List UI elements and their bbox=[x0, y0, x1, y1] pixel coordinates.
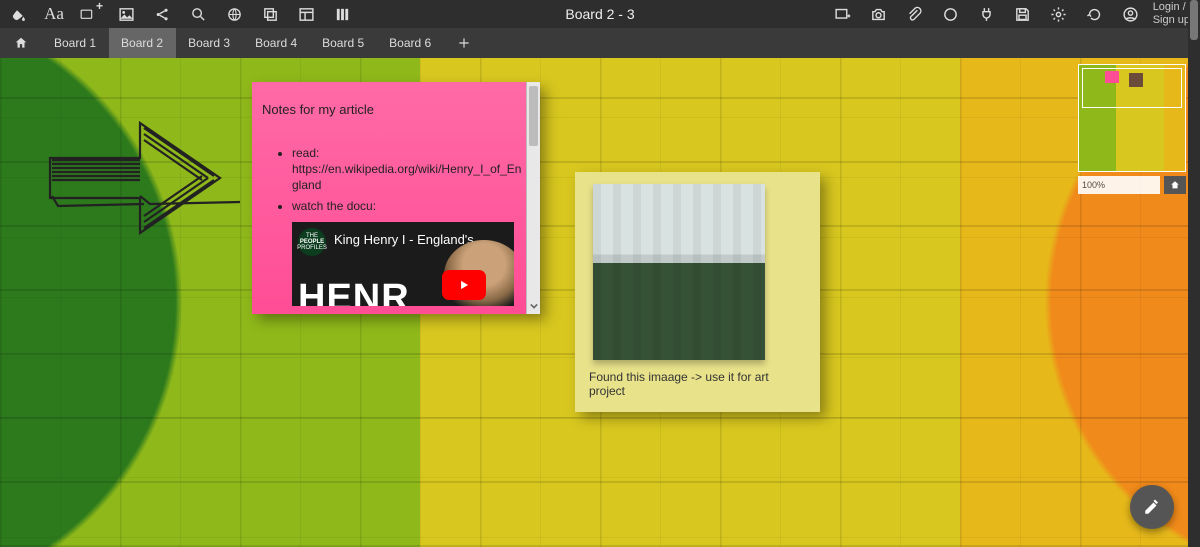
add-board-icon[interactable] bbox=[825, 0, 861, 28]
text-tool-icon[interactable]: Aa bbox=[36, 0, 72, 28]
scrollbar-thumb[interactable] bbox=[529, 86, 538, 146]
tab-label: Board 6 bbox=[389, 36, 431, 50]
tab-label: Board 1 bbox=[54, 36, 96, 50]
share-icon[interactable] bbox=[144, 0, 180, 28]
tab-board-1[interactable]: Board 1 bbox=[42, 28, 109, 58]
minimap-image-marker bbox=[1129, 73, 1143, 87]
save-icon[interactable] bbox=[1005, 0, 1041, 28]
channel-badge-icon: THE PEOPLE PROFILES bbox=[298, 228, 326, 256]
minimap-view[interactable] bbox=[1078, 64, 1186, 172]
layout-icon[interactable] bbox=[288, 0, 324, 28]
copy-icon[interactable] bbox=[252, 0, 288, 28]
board-tabbar: Board 1 Board 2 Board 3 Board 4 Board 5 … bbox=[0, 28, 1200, 58]
paint-bucket-icon[interactable] bbox=[0, 0, 36, 28]
play-icon[interactable] bbox=[442, 270, 486, 300]
scroll-down-icon[interactable] bbox=[529, 300, 538, 312]
bullet-lead: read: bbox=[292, 146, 319, 160]
tab-board-6[interactable]: Board 6 bbox=[377, 28, 444, 58]
columns-icon[interactable] bbox=[324, 0, 360, 28]
circle-icon[interactable] bbox=[933, 0, 969, 28]
fit-to-screen-icon[interactable] bbox=[1164, 176, 1186, 194]
globe-icon[interactable] bbox=[216, 0, 252, 28]
camera-icon[interactable] bbox=[861, 0, 897, 28]
arrow-drawing[interactable] bbox=[40, 98, 240, 258]
user-icon[interactable] bbox=[1113, 0, 1149, 28]
image-icon[interactable] bbox=[108, 0, 144, 28]
note-image[interactable] bbox=[593, 184, 765, 360]
tab-label: Board 4 bbox=[255, 36, 297, 50]
refresh-icon[interactable] bbox=[1077, 0, 1113, 28]
plug-icon[interactable] bbox=[969, 0, 1005, 28]
board-title: Board 2 - 3 bbox=[565, 6, 634, 22]
yellow-note[interactable]: Found this imaage -> use it for art proj… bbox=[575, 172, 820, 412]
bullet-link[interactable]: https://en.wikipedia.org/wiki/Henry_I_of… bbox=[292, 162, 521, 192]
pink-note-title: Notes for my article bbox=[262, 102, 522, 117]
tab-board-4[interactable]: Board 4 bbox=[243, 28, 310, 58]
edit-fab[interactable] bbox=[1130, 485, 1174, 529]
main-scrollbar-thumb[interactable] bbox=[1190, 0, 1198, 40]
tab-board-2[interactable]: Board 2 bbox=[109, 28, 176, 58]
pink-note-list: read: https://en.wikipedia.org/wiki/Henr… bbox=[262, 145, 522, 214]
video-thumbnail[interactable]: THE PEOPLE PROFILES King Henry I - Engla… bbox=[292, 222, 514, 306]
attachment-icon[interactable] bbox=[897, 0, 933, 28]
add-tab-icon[interactable] bbox=[444, 28, 484, 58]
tab-label: Board 2 bbox=[121, 36, 163, 50]
video-bigtext: HENR bbox=[298, 277, 410, 306]
note-scrollbar[interactable] bbox=[526, 82, 540, 314]
tab-label: Board 3 bbox=[188, 36, 230, 50]
board-canvas[interactable]: Notes for my article read: https://en.wi… bbox=[0, 58, 1200, 547]
home-icon[interactable] bbox=[0, 28, 42, 58]
minimap[interactable]: 100% bbox=[1078, 64, 1186, 194]
minimap-pink-marker bbox=[1105, 71, 1119, 83]
signup-link[interactable]: Sign up bbox=[1153, 14, 1190, 27]
add-sticky-icon[interactable]: + bbox=[72, 0, 108, 28]
pink-note[interactable]: Notes for my article read: https://en.wi… bbox=[252, 82, 540, 314]
tab-board-3[interactable]: Board 3 bbox=[176, 28, 243, 58]
zoom-level[interactable]: 100% bbox=[1078, 176, 1160, 194]
list-item: read: https://en.wikipedia.org/wiki/Henr… bbox=[292, 145, 522, 194]
login-link[interactable]: Login / bbox=[1153, 1, 1190, 14]
tab-label: Board 5 bbox=[322, 36, 364, 50]
list-item: watch the docu: bbox=[292, 198, 522, 214]
tab-board-5[interactable]: Board 5 bbox=[310, 28, 377, 58]
yellow-note-caption: Found this imaage -> use it for art proj… bbox=[583, 370, 812, 398]
main-scrollbar[interactable] bbox=[1188, 0, 1200, 547]
search-icon[interactable] bbox=[180, 0, 216, 28]
gear-icon[interactable] bbox=[1041, 0, 1077, 28]
top-toolbar: Aa + Board 2 - 3 Login / Sign up bbox=[0, 0, 1200, 28]
